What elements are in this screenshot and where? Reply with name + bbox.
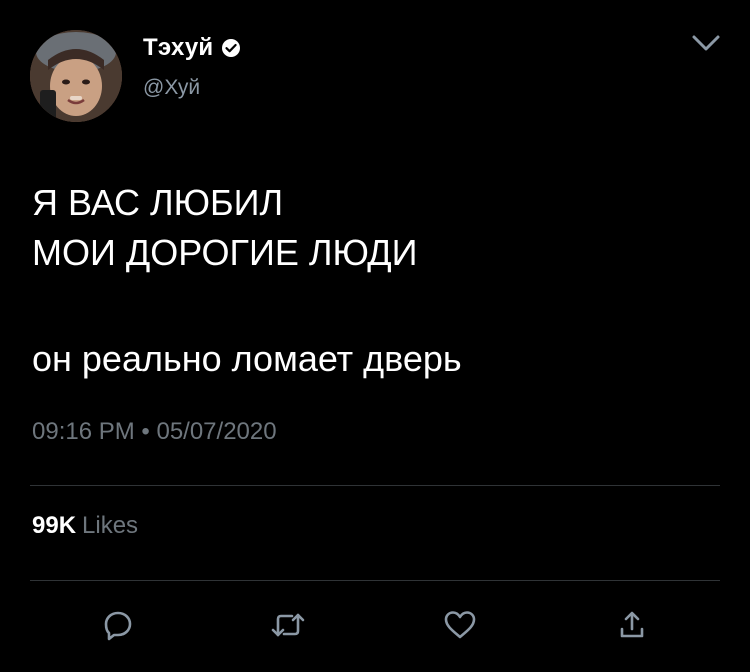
tweet-card: Тэхуй @Хуй Я ВАС ЛЮБИЛ МОИ ДОРОГИЕ ЛЮДИ … bbox=[0, 0, 750, 672]
avatar[interactable] bbox=[30, 30, 122, 122]
heart-icon bbox=[444, 611, 476, 639]
tweet-line: МОИ ДОРОГИЕ ЛЮДИ bbox=[32, 232, 418, 273]
likes-stat[interactable]: 99K Likes bbox=[32, 512, 138, 540]
retweet-icon bbox=[271, 613, 305, 637]
divider bbox=[30, 580, 720, 581]
like-button[interactable] bbox=[440, 607, 480, 643]
tweet-timestamp[interactable]: 09:16 PM • 05/07/2020 bbox=[32, 418, 277, 446]
tweet-line: он реально ломает дверь bbox=[32, 338, 462, 379]
reply-button[interactable] bbox=[98, 607, 138, 643]
display-name[interactable]: Тэхуй bbox=[143, 34, 213, 62]
verified-badge-icon bbox=[221, 38, 241, 58]
reply-icon bbox=[104, 611, 132, 641]
chevron-down-icon bbox=[692, 35, 720, 51]
share-button[interactable] bbox=[612, 607, 652, 643]
tweet-line: Я ВАС ЛЮБИЛ bbox=[32, 182, 284, 223]
tweet-menu-button[interactable] bbox=[688, 30, 724, 56]
divider bbox=[30, 485, 720, 486]
likes-label: Likes bbox=[82, 512, 139, 539]
tweet-text: Я ВАС ЛЮБИЛ МОИ ДОРОГИЕ ЛЮДИ он реально … bbox=[32, 178, 722, 384]
share-icon bbox=[620, 611, 644, 638]
likes-count: 99K bbox=[32, 512, 77, 539]
name-row: Тэхуй bbox=[143, 34, 241, 62]
retweet-button[interactable] bbox=[268, 607, 308, 643]
user-avatar-icon bbox=[30, 30, 122, 122]
user-handle[interactable]: @Хуй bbox=[143, 76, 200, 100]
